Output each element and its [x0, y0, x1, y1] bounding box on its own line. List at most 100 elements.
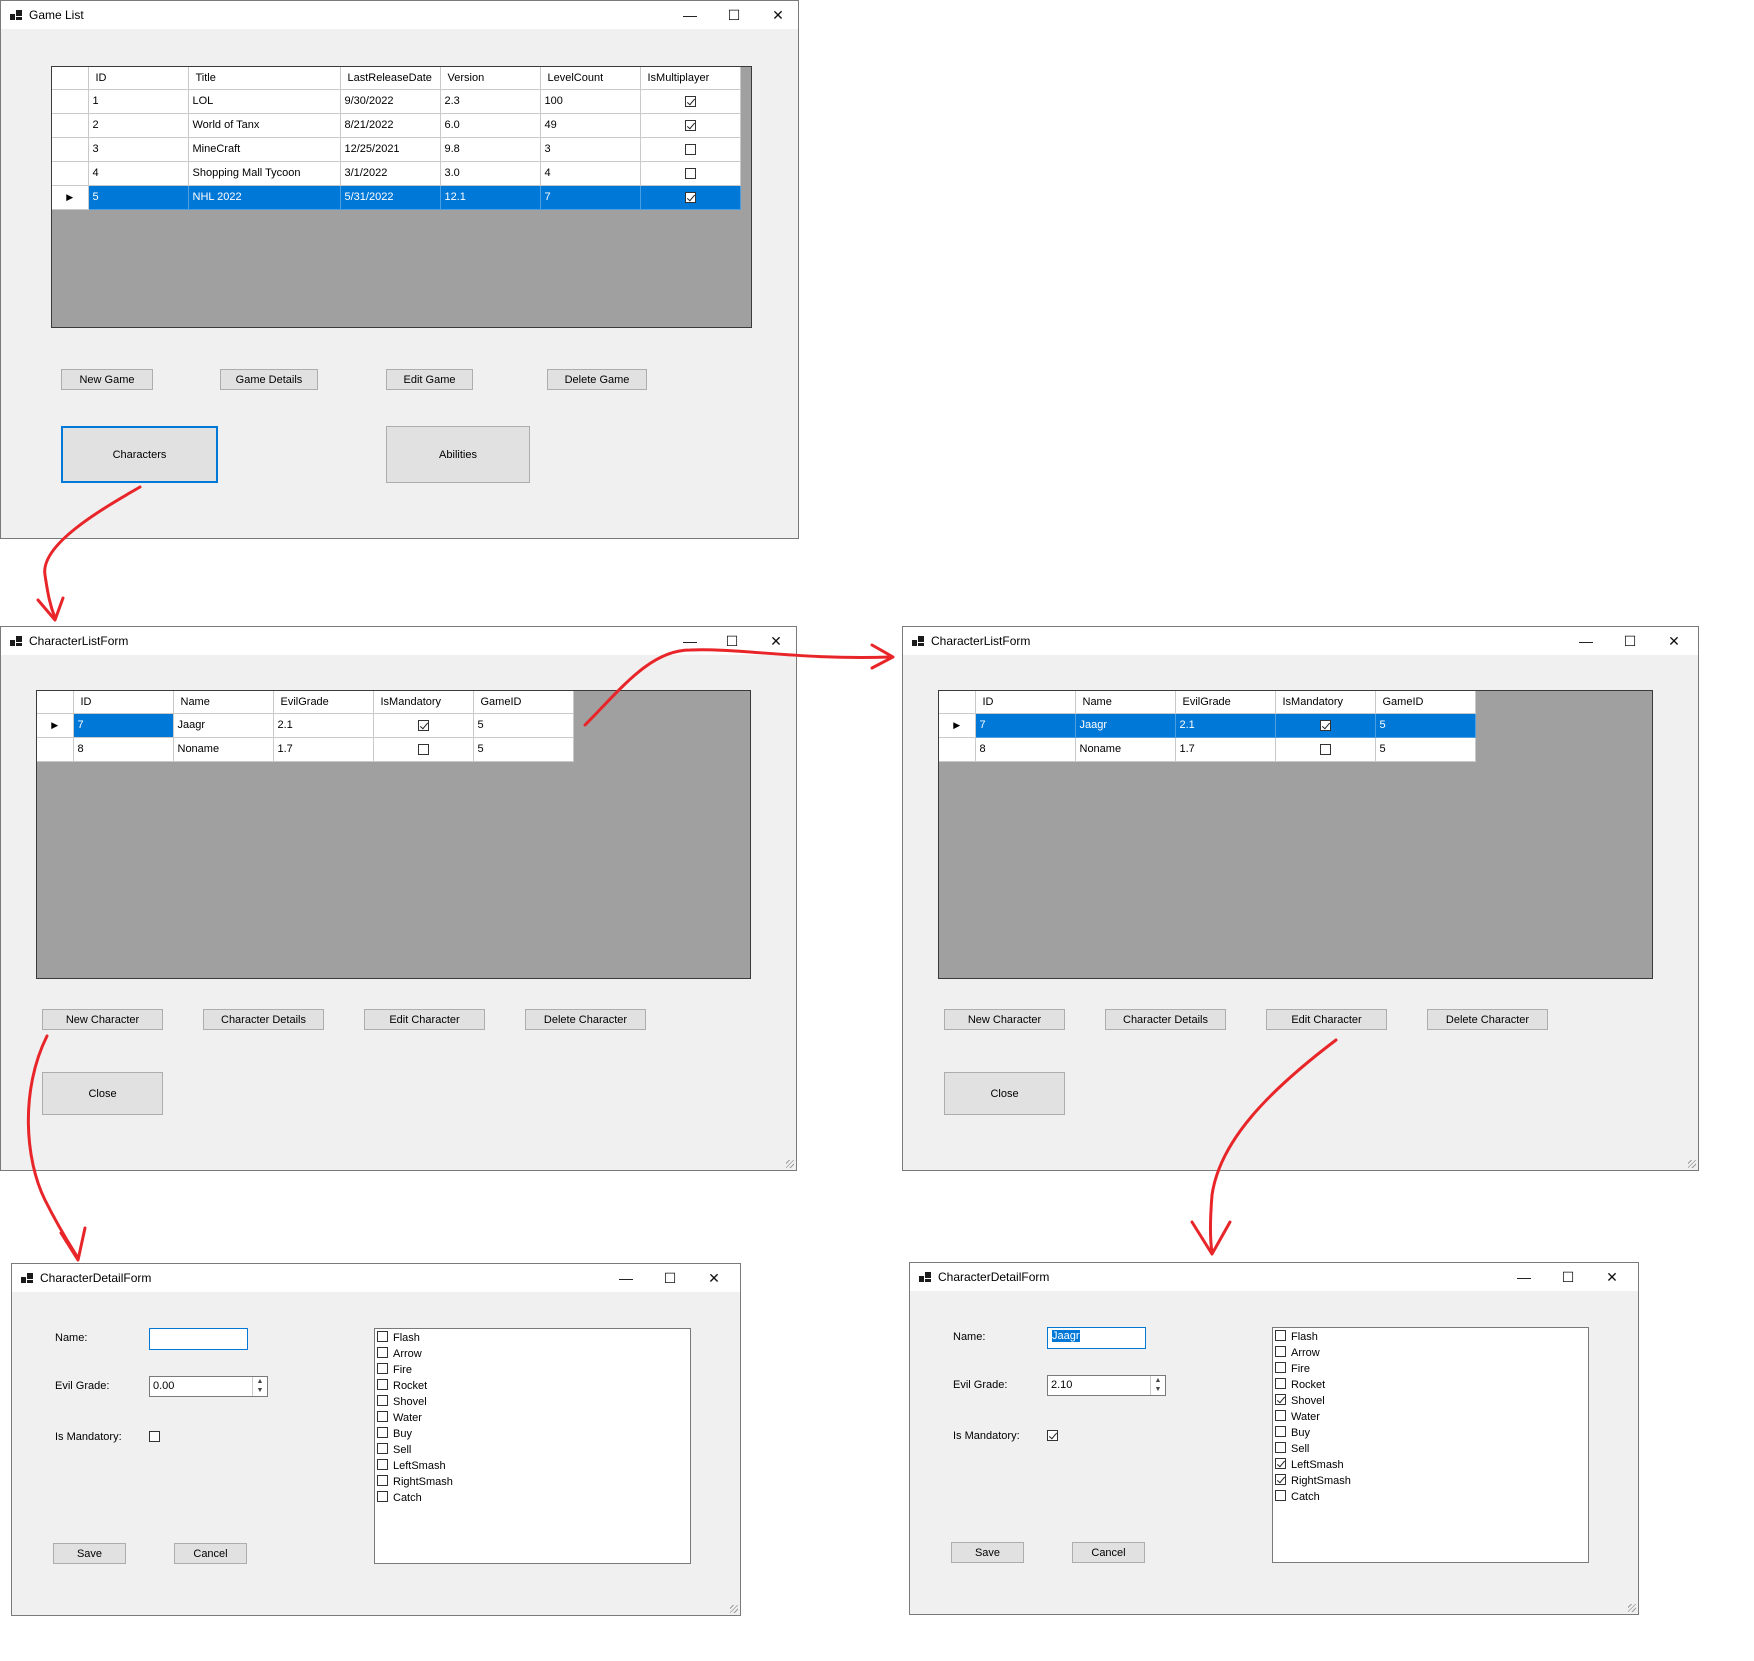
unchecked-checkbox-icon[interactable] — [377, 1395, 388, 1406]
table-cell[interactable]: 49 — [540, 113, 641, 138]
resize-grip[interactable] — [730, 1605, 738, 1613]
column-header[interactable]: EvilGrade — [1175, 691, 1276, 714]
resize-grip[interactable] — [786, 1160, 794, 1168]
checked-checkbox-icon[interactable] — [1275, 1458, 1286, 1469]
table-cell[interactable]: 1.7 — [273, 737, 374, 762]
table-cell[interactable]: 3 — [540, 137, 641, 162]
ability-item[interactable]: Arrow — [377, 1346, 688, 1362]
column-header[interactable]: ID — [975, 691, 1076, 714]
table-cell[interactable]: 2.1 — [273, 713, 374, 738]
table-cell-checkbox[interactable] — [640, 137, 741, 162]
column-header[interactable]: Name — [173, 691, 274, 714]
abilities-checklist[interactable]: Flash Arrow Fire Rocket Shovel Water Buy Sell Le… — [374, 1328, 691, 1564]
delete-game-button[interactable]: Delete Game — [547, 369, 647, 390]
close-icon[interactable]: ✕ — [756, 627, 796, 655]
characters-grid[interactable]: ID Name EvilGrade IsMandatory GameID ▶ 7 J… — [36, 690, 751, 979]
resize-grip[interactable] — [1628, 1604, 1636, 1612]
table-cell[interactable]: 7 — [540, 185, 641, 210]
unchecked-checkbox-icon[interactable] — [377, 1347, 388, 1358]
unchecked-checkbox-icon[interactable] — [1275, 1362, 1286, 1373]
title-bar[interactable]: Game List — ☐ ✕ — [1, 1, 798, 29]
abilities-checklist[interactable]: Flash Arrow Fire Rocket Shovel Water Buy Sell Le… — [1272, 1327, 1589, 1563]
table-cell[interactable]: 7 — [73, 713, 174, 738]
table-cell[interactable]: MineCraft — [188, 137, 341, 162]
table-row[interactable]: ▶ 7 Jaagr 2.1 5 — [37, 713, 574, 738]
table-cell[interactable]: LOL — [188, 89, 341, 114]
table-cell[interactable]: Noname — [173, 737, 274, 762]
table-row[interactable]: 3 MineCraft 12/25/2021 9.8 3 — [52, 137, 741, 162]
minimize-icon[interactable]: — — [670, 627, 710, 655]
unchecked-checkbox-icon[interactable] — [377, 1459, 388, 1470]
table-cell[interactable]: 3/1/2022 — [340, 161, 441, 186]
table-cell[interactable]: 4 — [540, 161, 641, 186]
ability-item[interactable]: LeftSmash — [377, 1458, 688, 1474]
unchecked-checkbox-icon[interactable] — [1275, 1378, 1286, 1389]
new-character-button[interactable]: New Character — [944, 1009, 1065, 1030]
row-header[interactable] — [52, 137, 89, 162]
unchecked-checkbox-icon[interactable] — [1275, 1410, 1286, 1421]
ability-item[interactable]: Shovel — [1275, 1393, 1586, 1409]
save-button[interactable]: Save — [53, 1543, 126, 1564]
table-cell[interactable]: Shopping Mall Tycoon — [188, 161, 341, 186]
table-cell[interactable]: 1.7 — [1175, 737, 1276, 762]
is-mandatory-checkbox[interactable] — [1047, 1430, 1058, 1441]
table-row[interactable]: 4 Shopping Mall Tycoon 3/1/2022 3.0 4 — [52, 161, 741, 186]
ability-item[interactable]: RightSmash — [377, 1474, 688, 1490]
resize-grip[interactable] — [1688, 1160, 1696, 1168]
row-header[interactable]: ▶ — [52, 185, 89, 210]
evil-grade-stepper[interactable]: 0.00 ▲ ▼ — [149, 1376, 268, 1397]
ability-item[interactable]: Water — [377, 1410, 688, 1426]
ability-item[interactable]: Shovel — [377, 1394, 688, 1410]
column-header[interactable]: GameID — [1375, 691, 1476, 714]
table-cell[interactable]: 2.1 — [1175, 713, 1276, 738]
column-header[interactable]: Title — [188, 67, 341, 90]
unchecked-checkbox-icon[interactable] — [1275, 1490, 1286, 1501]
column-header[interactable]: IsMandatory — [373, 691, 474, 714]
unchecked-checkbox-icon[interactable] — [1275, 1330, 1286, 1341]
table-cell-checkbox[interactable] — [373, 737, 474, 762]
table-cell[interactable]: 5 — [473, 713, 574, 738]
row-header[interactable] — [52, 113, 89, 138]
row-header[interactable] — [52, 89, 89, 114]
table-cell[interactable]: 12.1 — [440, 185, 541, 210]
table-cell-checkbox[interactable] — [640, 89, 741, 114]
is-mandatory-checkbox[interactable] — [149, 1431, 160, 1442]
unchecked-checkbox-icon[interactable] — [1275, 1346, 1286, 1357]
table-row[interactable]: 1 LOL 9/30/2022 2.3 100 — [52, 89, 741, 114]
table-cell-checkbox[interactable] — [640, 113, 741, 138]
row-header-corner[interactable] — [37, 691, 74, 714]
checked-checkbox-icon[interactable] — [1275, 1394, 1286, 1405]
table-cell[interactable]: Noname — [1075, 737, 1176, 762]
abilities-button[interactable]: Abilities — [386, 426, 530, 483]
row-header-corner[interactable] — [52, 67, 89, 90]
close-icon[interactable]: ✕ — [694, 1264, 734, 1292]
table-cell[interactable]: 4 — [88, 161, 189, 186]
close-button[interactable]: Close — [42, 1072, 163, 1115]
column-header[interactable]: EvilGrade — [273, 691, 374, 714]
unchecked-checkbox-icon[interactable] — [377, 1379, 388, 1390]
ability-item[interactable]: Sell — [1275, 1441, 1586, 1457]
maximize-icon[interactable]: ☐ — [650, 1264, 690, 1292]
maximize-icon[interactable]: ☐ — [712, 627, 752, 655]
unchecked-checkbox-icon[interactable] — [377, 1363, 388, 1374]
column-header[interactable]: ID — [88, 67, 189, 90]
title-bar[interactable]: CharacterDetailForm — ☐ ✕ — [12, 1264, 740, 1292]
maximize-icon[interactable]: ☐ — [1610, 627, 1650, 655]
column-header[interactable]: Name — [1075, 691, 1176, 714]
delete-character-button[interactable]: Delete Character — [1427, 1009, 1548, 1030]
characters-button[interactable]: Characters — [61, 426, 218, 483]
edit-character-button[interactable]: Edit Character — [1266, 1009, 1387, 1030]
table-cell[interactable]: NHL 2022 — [188, 185, 341, 210]
table-cell[interactable]: 2.3 — [440, 89, 541, 114]
minimize-icon[interactable]: — — [670, 1, 710, 29]
unchecked-checkbox-icon[interactable] — [377, 1491, 388, 1502]
column-header[interactable]: GameID — [473, 691, 574, 714]
table-cell[interactable]: World of Tanx — [188, 113, 341, 138]
ability-item[interactable]: LeftSmash — [1275, 1457, 1586, 1473]
close-button[interactable]: Close — [944, 1072, 1065, 1115]
ability-item[interactable]: Buy — [1275, 1425, 1586, 1441]
column-header[interactable]: ID — [73, 691, 174, 714]
unchecked-checkbox-icon[interactable] — [377, 1475, 388, 1486]
maximize-icon[interactable]: ☐ — [1548, 1263, 1588, 1291]
table-cell[interactable]: 3 — [88, 137, 189, 162]
